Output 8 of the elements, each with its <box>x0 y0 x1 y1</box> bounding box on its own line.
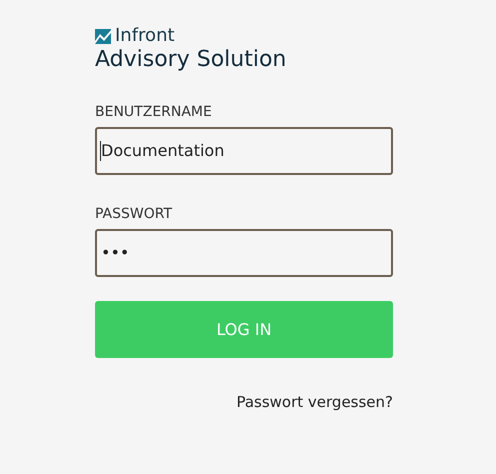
brand-name: Infront <box>115 27 175 45</box>
input-field[interactable]: ••• <box>95 229 393 278</box>
app-title: Advisory Solution <box>95 47 288 74</box>
input-field[interactable]: Documentation <box>95 127 393 176</box>
logo-icon <box>95 28 111 44</box>
forgot-password-link[interactable]: Passwort vergessen? <box>236 393 393 412</box>
field-label: PASSWORT <box>95 207 174 222</box>
field-label: BENUTZERNAME <box>95 105 213 120</box>
